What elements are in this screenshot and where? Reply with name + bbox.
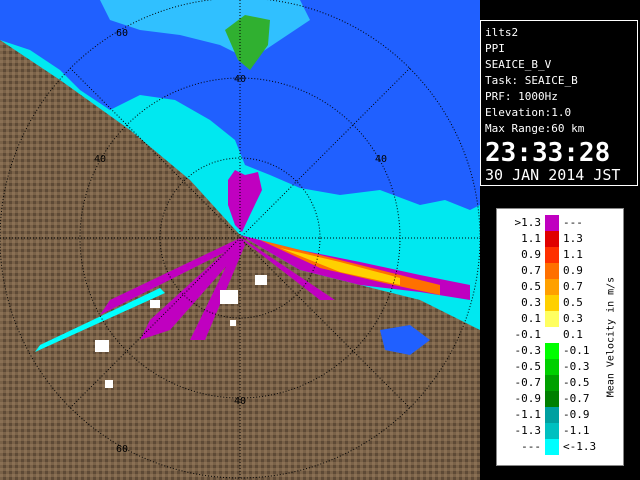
legend-upper-value: -1.1 [563, 424, 590, 437]
legend-upper-value: -0.7 [563, 392, 590, 405]
legend-lower-value: -0.7 [514, 376, 542, 389]
range-label-40-west: 40 [94, 154, 106, 165]
legend-row: 0.7 0.9 [503, 263, 599, 279]
scan-time: 23:33:28 [485, 138, 611, 168]
velocity-legend: >1.3 --- 1.1 1.3 0.9 1.1 0.7 0.9 0.5 0.7 0.3 0.5 0.1… [496, 208, 624, 466]
legend-swatch [545, 375, 559, 391]
legend-swatch [545, 279, 559, 295]
legend-lower-value: -0.3 [514, 344, 542, 357]
legend-row: 1.1 1.3 [503, 231, 599, 247]
legend-lower-value: >1.3 [514, 216, 542, 229]
legend-swatch [545, 391, 559, 407]
scan-type: PPI [485, 42, 505, 55]
task-name: Task: SEAICE_B [485, 74, 578, 87]
legend-swatch [545, 215, 559, 231]
legend-title: Mean Velocity in m/s [605, 276, 617, 398]
legend-row: -0.9 -0.7 [503, 391, 599, 407]
legend-upper-value: -0.5 [563, 376, 590, 389]
legend-row: 0.1 0.3 [503, 311, 599, 327]
elevation-value: Elevation:1.0 [485, 106, 572, 119]
legend-swatch [545, 327, 559, 343]
station-name: ilts2 [485, 26, 519, 39]
scan-date: 30 JAN 2014 JST [485, 166, 621, 184]
legend-row: --- <-1.3 [503, 439, 599, 455]
legend-lower-value: --- [521, 440, 541, 453]
range-label-40-north: 40 [234, 74, 246, 85]
legend-upper-value: 0.7 [563, 280, 583, 293]
legend-lower-value: -0.9 [514, 392, 542, 405]
legend-upper-value: -0.9 [563, 408, 590, 421]
legend-swatch [545, 247, 559, 263]
legend-row: 0.5 0.7 [503, 279, 599, 295]
legend-lower-value: 0.3 [521, 296, 541, 309]
range-label-60-nw: 60 [116, 28, 128, 39]
legend-swatch [545, 359, 559, 375]
legend-title-container: Mean Velocity in m/s [601, 209, 621, 465]
radar-ppi-view[interactable]: 40 40 40 40 60 60 [0, 0, 480, 480]
legend-swatch [545, 423, 559, 439]
legend-swatch [545, 263, 559, 279]
legend-swatch [545, 343, 559, 359]
legend-row: -1.1 -0.9 [503, 407, 599, 423]
legend-upper-value: 0.3 [563, 312, 583, 325]
legend-row: -0.7 -0.5 [503, 375, 599, 391]
legend-swatch [545, 295, 559, 311]
legend-lower-value: -0.1 [514, 328, 542, 341]
legend-row: -0.5 -0.3 [503, 359, 599, 375]
legend-upper-value: 1.3 [563, 232, 583, 245]
legend-upper-value: 0.9 [563, 264, 583, 277]
legend-lower-value: -1.1 [514, 408, 542, 421]
radar-map: 40 40 40 40 60 60 [0, 0, 480, 480]
legend-lower-value: -1.3 [514, 424, 542, 437]
range-label-40-south: 40 [234, 396, 246, 407]
legend-row: -0.1 0.1 [503, 327, 599, 343]
legend-lower-value: -0.5 [514, 360, 542, 373]
info-panel: ilts2 PPI SEAICE_B_V Task: SEAICE_B PRF:… [480, 20, 638, 186]
prf-value: PRF: 1000Hz [485, 90, 558, 103]
legend-upper-value: -0.3 [563, 360, 590, 373]
range-label-40-east: 40 [375, 154, 387, 165]
legend-row: >1.3 --- [503, 215, 599, 231]
legend-lower-value: 0.7 [521, 264, 541, 277]
legend-row: 0.9 1.1 [503, 247, 599, 263]
legend-upper-value: 0.5 [563, 296, 583, 309]
legend-lower-value: 0.9 [521, 248, 541, 261]
legend-row: -1.3 -1.1 [503, 423, 599, 439]
legend-lower-value: 1.1 [521, 232, 541, 245]
range-label-60-sw: 60 [116, 444, 128, 455]
legend-lower-value: 0.5 [521, 280, 541, 293]
legend-swatch [545, 407, 559, 423]
product-name: SEAICE_B_V [485, 58, 552, 71]
legend-upper-value: 1.1 [563, 248, 583, 261]
legend-upper-value: <-1.3 [563, 440, 597, 453]
legend-upper-value: 0.1 [563, 328, 583, 341]
legend-swatch [545, 439, 559, 455]
legend-lower-value: 0.1 [521, 312, 541, 325]
legend-swatch [545, 231, 559, 247]
legend-row: -0.3 -0.1 [503, 343, 599, 359]
max-range-value: Max Range:60 km [485, 122, 585, 135]
legend-row: 0.3 0.5 [503, 295, 599, 311]
legend-swatch [545, 311, 559, 327]
legend-upper-value: --- [563, 216, 583, 229]
legend-upper-value: -0.1 [563, 344, 590, 357]
